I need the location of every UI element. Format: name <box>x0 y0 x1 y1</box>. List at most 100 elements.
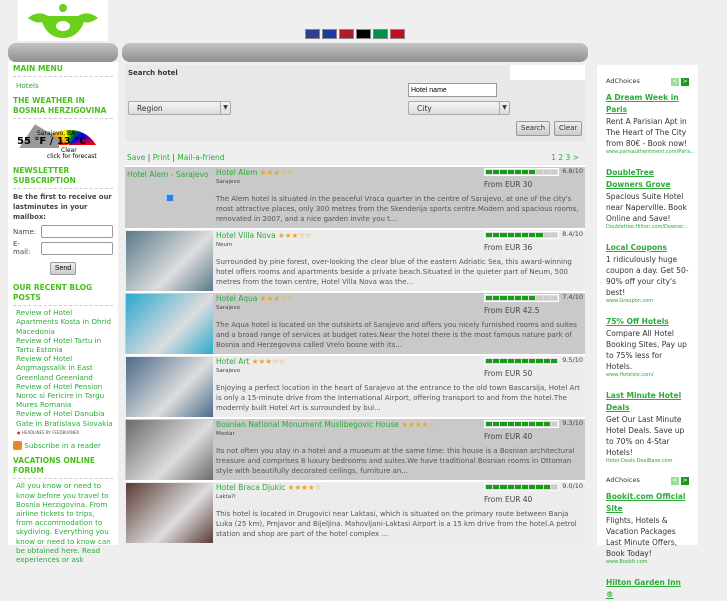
blog-post-link[interactable]: Review of Hotel Apartments Kosta in Ohri… <box>13 308 113 336</box>
rating-segment <box>543 359 550 363</box>
rating-segment <box>529 359 536 363</box>
pagination[interactable]: 1 2 3 > <box>551 153 579 162</box>
rating-segment <box>529 422 536 426</box>
flag-spanish-icon[interactable] <box>390 29 405 39</box>
flag-italian-icon[interactable] <box>373 29 388 39</box>
rating-segment <box>493 359 500 363</box>
hotel-city: Lakta?i <box>216 494 236 500</box>
email-input[interactable] <box>41 241 113 255</box>
hotel-city: Mostar <box>216 431 235 437</box>
name-label: Name: <box>13 227 37 236</box>
hotel-name-link[interactable]: Hotel Villa Nova ★★★☆☆ <box>216 231 312 240</box>
hotel-photo[interactable] <box>126 420 213 480</box>
ad-url[interactable]: www.Hotelsio.com/ <box>606 372 689 378</box>
hotel-photo[interactable] <box>126 357 213 417</box>
prev-arrow-icon[interactable]: < <box>671 477 679 485</box>
ad-url[interactable]: www.BookIt.com <box>606 559 689 565</box>
ad-title-link[interactable]: Local Coupons <box>606 242 689 254</box>
flag-french-icon[interactable] <box>322 29 337 39</box>
hotel-name-input[interactable] <box>408 83 497 97</box>
flag-english-icon[interactable] <box>305 29 320 39</box>
menu-item-hotels[interactable]: Hotels <box>13 81 113 90</box>
hotel-name-link[interactable]: Hotel Art ★★★☆☆ <box>216 357 285 366</box>
rating-segment <box>500 359 507 363</box>
region-select[interactable]: Region ▼ <box>128 101 231 115</box>
site-logo[interactable] <box>18 0 108 41</box>
hotel-city: Neum <box>216 242 233 248</box>
flag-dutch-icon[interactable] <box>339 29 354 39</box>
hotel-name-link[interactable]: Bosnian National Monument Muslibegovic H… <box>216 420 435 429</box>
weather-forecast-link[interactable]: click for forecast <box>47 153 97 160</box>
star-rating-icon: ★★★☆☆ <box>257 168 294 177</box>
print-link[interactable]: Print <box>153 153 170 162</box>
hotel-photo[interactable] <box>126 231 213 291</box>
rating-segment <box>514 359 522 363</box>
adchoices-label[interactable]: AdChoices <box>606 77 640 86</box>
hotel-name[interactable]: Hotel Art <box>216 357 249 366</box>
ad-title-link[interactable]: Bookit.com Official Site <box>606 491 689 515</box>
rating-segment <box>507 233 514 237</box>
hotel-name-link[interactable]: Hotel Braca Djukic ★★★★☆ <box>216 483 321 492</box>
rating-value: 7.4/10 <box>562 293 583 301</box>
ad-url[interactable]: www.parisauthentment.com/Paris... <box>606 149 695 155</box>
rating-segment <box>514 296 522 300</box>
rating-segment <box>550 296 558 300</box>
mail-a-friend-link[interactable]: Mail-a-friend <box>177 153 224 162</box>
search-title: Search hotel <box>128 69 178 77</box>
hotel-name-link[interactable]: Hotel Alem ★★★☆☆ <box>216 168 293 177</box>
subscribe-link[interactable]: Subscribe in a reader <box>13 441 113 451</box>
search-button[interactable]: Search <box>516 121 551 136</box>
ad-title-link[interactable]: Hilton Garden Inn ® <box>606 577 689 601</box>
feedburner-badge[interactable]: ● HEADLINES BY FEEDBURNER <box>17 430 109 435</box>
ad-title-link[interactable]: DoubleTree Downers Grove <box>606 167 689 191</box>
ad-title-link[interactable]: Last Minute Hotel Deals <box>606 390 689 414</box>
ad-url[interactable]: www.Groupon.com <box>606 298 689 304</box>
clear-button[interactable]: Clear <box>554 121 583 136</box>
rating-segment <box>522 359 529 363</box>
adchoices-bar: AdChoices < > <box>606 77 689 86</box>
hotel-name[interactable]: Hotel Villa Nova <box>216 231 276 240</box>
hotel-name[interactable]: Hotel Aqua <box>216 294 257 303</box>
ad-title-link[interactable]: A Dream Week in Paris <box>606 92 689 116</box>
weather-heading: THE WEATHER IN BOSNIA HERZIGOVINA <box>13 96 113 120</box>
rating-segment <box>529 170 536 174</box>
flag-german-icon[interactable] <box>356 29 371 39</box>
blog-post-link[interactable]: Review of Hotel Tartu in Tartu Estonia <box>13 336 113 354</box>
hotel-name[interactable]: Hotel Braca Djukic <box>216 483 285 492</box>
rating-segment <box>486 296 493 300</box>
rating-value: 9.5/10 <box>562 356 583 364</box>
next-arrow-icon[interactable]: > <box>681 78 689 86</box>
email-label: E-mail: <box>13 240 31 257</box>
blog-list: Review of Hotel Apartments Kosta in Ohri… <box>13 308 113 428</box>
ad-title-link[interactable]: 75% Off Hotels <box>606 316 689 328</box>
ad-url[interactable]: Doubletree.Hilton.com/Downer... <box>606 224 689 230</box>
save-link[interactable]: Save <box>127 153 145 162</box>
hotel-name[interactable]: Hotel Alem <box>216 168 257 177</box>
hotel-photo[interactable] <box>126 483 213 543</box>
hotel-row: Hotel Art ★★★☆☆ Sarajevo 9.5/10 From EUR 50… <box>125 354 585 417</box>
hotel-name[interactable]: Bosnian National Monument Muslibegovic H… <box>216 420 399 429</box>
send-button[interactable]: Send <box>49 262 77 276</box>
next-arrow-icon[interactable]: > <box>681 477 689 485</box>
weather-widget[interactable]: Sarajevo, BA 55 °F / 13 °C Clear click f… <box>13 122 113 161</box>
blog-post-link[interactable]: Review of Hotel Danubia Gate in Bratisla… <box>13 409 113 427</box>
ad-url[interactable]: Hotel-Deals.DealBase.com <box>606 458 689 464</box>
rating-segment <box>543 170 550 174</box>
blog-post-link[interactable]: Review of Hotel Pension Noroc si Fericir… <box>13 382 113 410</box>
hotel-city: Sarajevo <box>216 305 241 311</box>
hotel-photo[interactable] <box>126 294 213 354</box>
name-input[interactable] <box>41 225 113 239</box>
rating-segment <box>486 422 493 426</box>
hotel-name-link[interactable]: Hotel Aqua ★★★☆☆ <box>216 294 293 303</box>
hotel-city: Sarajevo <box>216 368 241 374</box>
adchoices-label[interactable]: AdChoices <box>606 476 640 485</box>
city-select[interactable]: City ▼ <box>408 101 510 115</box>
rating-segment <box>550 233 558 237</box>
rating-segment <box>500 485 507 489</box>
map-icon[interactable] <box>166 194 174 202</box>
blog-post-link[interactable]: Review of Hotel Angmagssalik in East Gre… <box>13 354 113 382</box>
hotel-location-label[interactable]: Hotel Alem - Sarajevo <box>127 170 209 179</box>
forum-text[interactable]: All you know or need to know before you … <box>13 481 113 564</box>
hotel-description: This hotel is located in Drugovici near … <box>216 510 577 538</box>
prev-arrow-icon[interactable]: < <box>671 78 679 86</box>
